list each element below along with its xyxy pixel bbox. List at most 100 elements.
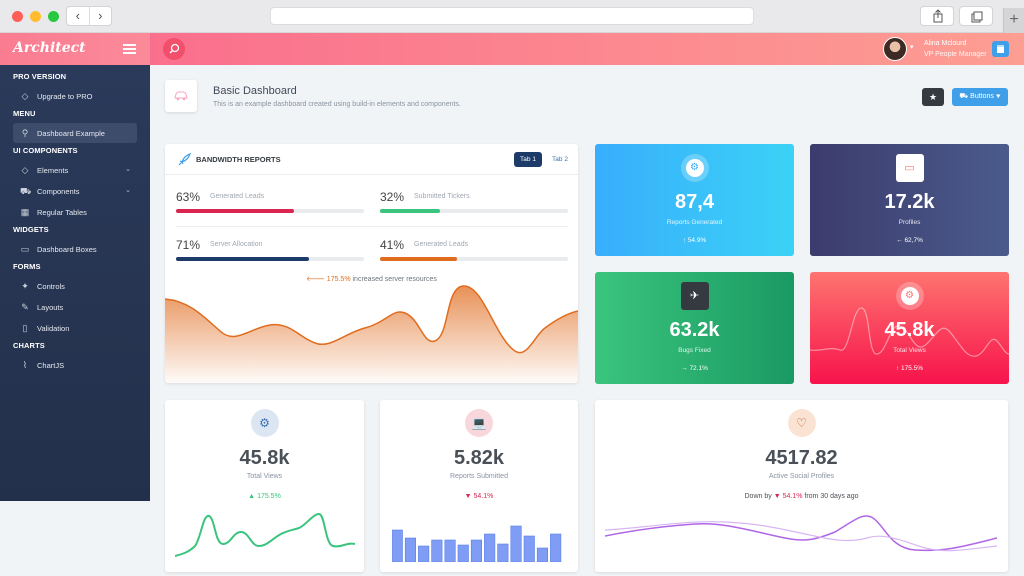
- sidebar-item-controls[interactable]: ✦ Controls: [13, 276, 137, 296]
- sidebar-item-label: Dashboard Boxes: [37, 245, 97, 254]
- sidebar-item-label: Upgrade to PRO: [37, 92, 93, 101]
- card-change: Down by ▼ 54.1% from 30 days ago: [595, 493, 1008, 500]
- change-value: 54.1%: [782, 493, 803, 500]
- history-nav: ‹ ›: [66, 6, 112, 26]
- tile-value: 17.2k: [884, 191, 935, 213]
- divider: [176, 226, 568, 227]
- sidebar-item-elements[interactable]: ◇ Elements ⌄: [13, 160, 137, 180]
- area-fill: [165, 285, 578, 383]
- card-value: 5.82k: [453, 447, 505, 469]
- tab-2[interactable]: Tab 2: [546, 152, 574, 167]
- maximize-window-button[interactable]: [48, 11, 59, 22]
- card-value: 45.8k: [239, 447, 290, 469]
- share-button[interactable]: [920, 6, 954, 26]
- tile-change: ↑ 54.9%: [595, 237, 794, 244]
- sidebar-item-label: Regular Tables: [37, 208, 87, 217]
- tabs-icon: [971, 11, 983, 23]
- bar: [550, 533, 562, 562]
- hamburger-menu-icon[interactable]: [123, 44, 136, 54]
- star-icon: ★: [928, 92, 938, 102]
- sidebar-item-label: Elements: [37, 166, 69, 175]
- logo-area: Architect: [0, 33, 150, 65]
- progress-percent: 41%: [380, 238, 405, 252]
- new-tab-button[interactable]: +: [1003, 8, 1024, 33]
- metric-card: ⚙ 45.8k Total Views ▲ 175.5%: [165, 400, 364, 572]
- car-icon: [174, 91, 188, 101]
- bar: [404, 537, 416, 562]
- bar: [431, 539, 443, 562]
- avatar[interactable]: [883, 37, 907, 61]
- minimize-window-button[interactable]: [30, 11, 41, 22]
- bandwidth-area-chart: [165, 285, 578, 383]
- laptop-icon: 💻: [465, 409, 493, 437]
- sidebar-item-label: ChartJS: [37, 361, 65, 370]
- settings-icon: ⚙: [895, 282, 924, 310]
- card-label: Active Social Profiles: [768, 473, 835, 480]
- change-value: 62,7%: [904, 237, 923, 244]
- chevron-down-icon[interactable]: ⌄: [125, 186, 131, 194]
- forward-icon[interactable]: ›: [90, 7, 112, 25]
- star-button[interactable]: ★: [922, 88, 944, 106]
- sidebar-item-components[interactable]: ⛟ Components ⌄: [13, 181, 137, 201]
- back-icon[interactable]: ‹: [67, 7, 90, 25]
- card-label: Total Views: [246, 473, 283, 480]
- bandwidth-title: BANDWIDTH REPORTS: [196, 155, 281, 164]
- sidebar-item-dashboard-boxes[interactable]: ▭ Dashboard Boxes: [13, 239, 137, 259]
- tile-change: ← 62,7%: [810, 237, 1009, 244]
- card-value: 4517.82: [765, 447, 838, 469]
- sidebar: PRO VERSION ◇ Upgrade to PRO MENU ⚲ Dashboard…: [0, 65, 150, 501]
- settings-icon: ⚙: [250, 409, 279, 437]
- tabs-button[interactable]: [959, 6, 993, 26]
- browser-toolbar: ‹ › +: [0, 0, 1024, 33]
- bar: [497, 543, 509, 562]
- sidebar-section-title: MENU: [13, 109, 36, 118]
- tile-label: Total Views: [893, 347, 926, 354]
- share-icon: [933, 9, 943, 23]
- sidebar-item-upgrade-to-pro[interactable]: ◇ Upgrade to PRO: [13, 86, 137, 106]
- change-value: 175.5%: [901, 365, 924, 372]
- eyedropper-icon: ✎: [21, 302, 29, 312]
- buttons-dropdown[interactable]: ⛟ Buttons ▾: [952, 88, 1008, 106]
- sidebar-section-title: PRO VERSION: [13, 72, 67, 81]
- page-subtitle: This is an example dashboard created usi…: [213, 101, 461, 108]
- search-button[interactable]: [163, 38, 185, 60]
- change-value: 72.1%: [689, 365, 708, 372]
- progress-fill: [380, 257, 458, 261]
- chevron-down-icon[interactable]: ⌄: [125, 165, 131, 173]
- tab-1[interactable]: Tab 1: [514, 152, 542, 167]
- close-window-button[interactable]: [12, 11, 23, 22]
- tile-label: Profiles: [898, 219, 921, 226]
- diamond-icon: ◇: [21, 91, 29, 101]
- calendar-button[interactable]: [992, 41, 1009, 57]
- address-bar[interactable]: [270, 7, 754, 25]
- progress-label: Submitted Tickers: [414, 193, 470, 200]
- progress-fill: [176, 257, 310, 261]
- page-title: Basic Dashboard: [213, 85, 297, 97]
- sidebar-item-label: Controls: [37, 282, 65, 291]
- social-line-chart: [605, 515, 997, 552]
- heart-icon: ♡: [787, 409, 816, 437]
- graduation-cap-icon: ✈: [680, 282, 709, 310]
- sidebar-item-dashboard-example[interactable]: ⚲ Dashboard Example: [13, 123, 137, 143]
- sidebar-item-layouts[interactable]: ✎ Layouts: [13, 297, 137, 317]
- progress-fill: [380, 209, 441, 213]
- chevron-down-icon[interactable]: ▾: [910, 43, 914, 51]
- tile-label: Reports Generated: [666, 219, 723, 226]
- sidebar-item-chartjs[interactable]: ⌇ ChartJS: [13, 355, 137, 375]
- stat-tile: ✈ 63.2k Bugs Fixed → 72.1%: [595, 272, 794, 384]
- metric-card: 💻 5.82k Reports Submitted ▼ 54.1%: [380, 400, 578, 572]
- sidebar-item-regular-tables[interactable]: ▦ Regular Tables: [13, 202, 137, 222]
- reports-bar-chart: [392, 525, 562, 562]
- user-role: VP People Manager: [924, 51, 987, 58]
- rocket-icon: ⚲: [21, 128, 29, 138]
- diamond-icon: ◇: [21, 165, 29, 175]
- change-arrow-icon: ▼: [773, 493, 781, 500]
- progress-percent: 32%: [380, 190, 405, 204]
- views-line-chart: [175, 512, 355, 557]
- change-value: 54.1%: [473, 493, 494, 500]
- progress-percent: 71%: [176, 238, 201, 252]
- sidebar-item-validation[interactable]: ▯ Validation: [13, 318, 137, 338]
- change-suffix: from 30 days ago: [804, 493, 859, 500]
- app-header: ▾ Alina Mclourd VP People Manager: [150, 33, 1024, 65]
- card-change: ▼ 54.1%: [380, 493, 578, 500]
